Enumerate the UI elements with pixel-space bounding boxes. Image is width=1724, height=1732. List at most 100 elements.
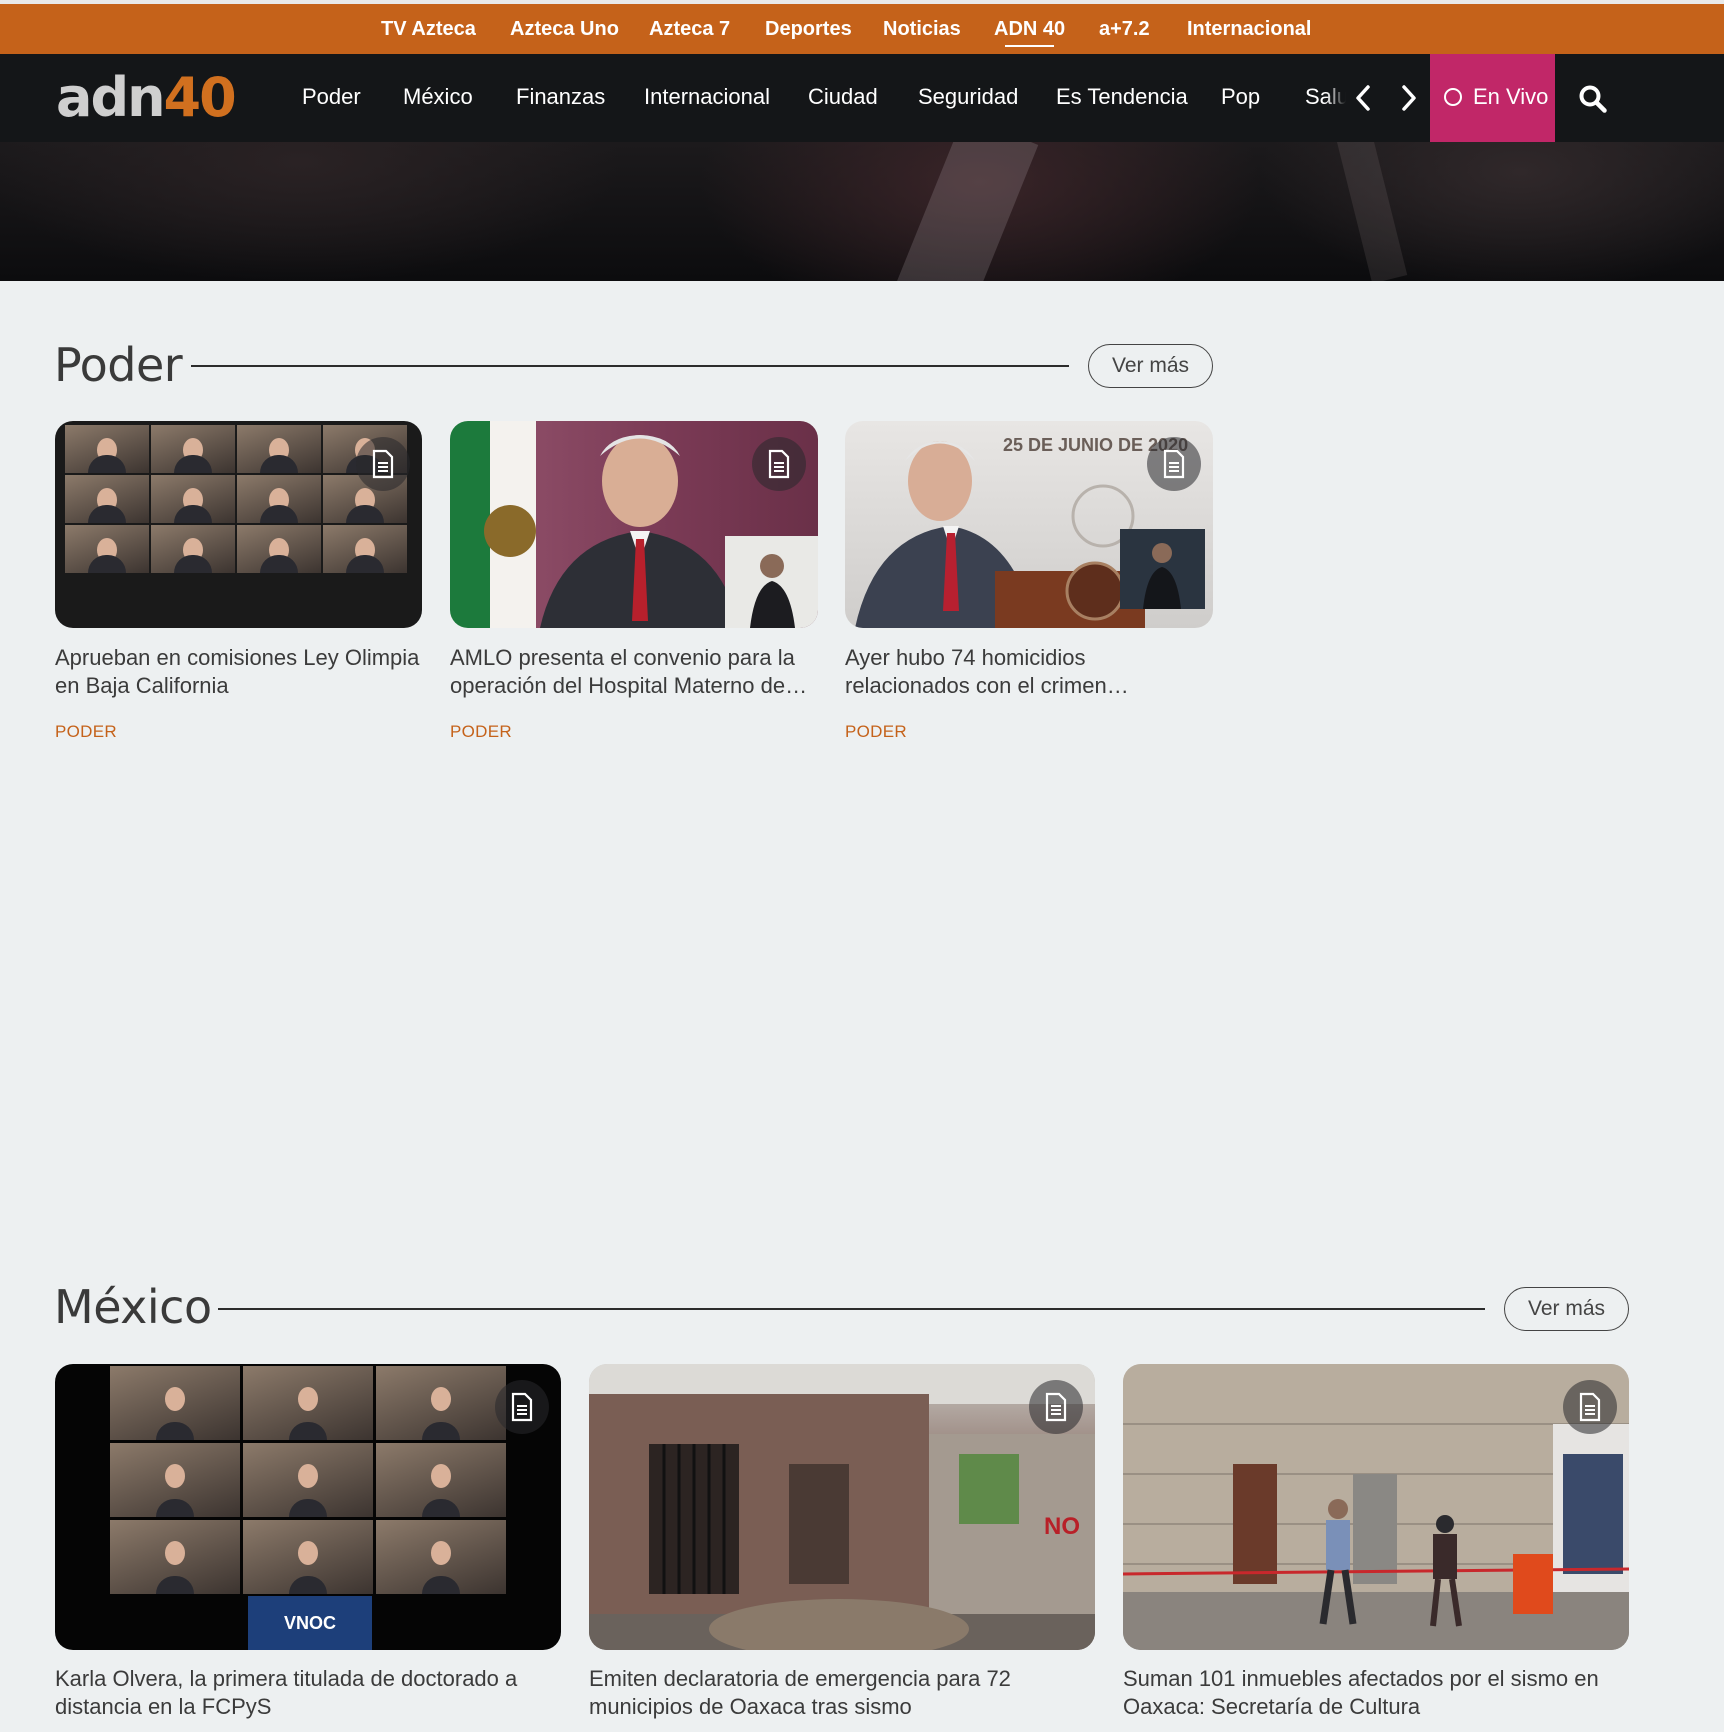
participant-body — [289, 1422, 327, 1440]
participant-face — [165, 1463, 185, 1488]
nav-item-pop[interactable]: Pop — [1221, 84, 1260, 110]
participant-body — [422, 1422, 460, 1440]
chevron-left-icon[interactable] — [1352, 82, 1376, 114]
document-icon — [495, 1380, 549, 1434]
nav-item-mexico[interactable]: México — [403, 84, 473, 110]
card-title[interactable]: Emiten declaratoria de emergencia para 7… — [589, 1665, 1097, 1721]
card-image[interactable] — [450, 421, 818, 628]
card-category[interactable]: PODER — [845, 722, 907, 742]
ver-mas-button-poder[interactable]: Ver más — [1088, 344, 1213, 388]
video-call-tile — [243, 1443, 373, 1517]
nav-item-es-tendencia[interactable]: Es Tendencia — [1056, 84, 1188, 110]
video-call-tile — [376, 1366, 506, 1440]
document-icon — [1029, 1380, 1083, 1434]
participant-body — [88, 555, 126, 573]
section-title-poder: Poder — [54, 338, 183, 392]
section-divider — [218, 1308, 1485, 1310]
network-link-a72[interactable]: a+7.2 — [1099, 18, 1150, 41]
document-icon — [1147, 437, 1201, 491]
participant-face — [165, 1386, 185, 1411]
video-call-tile — [243, 1520, 373, 1594]
participant-body — [289, 1499, 327, 1517]
logo-text-adn: adn — [56, 66, 166, 129]
card-image[interactable] — [55, 421, 422, 628]
video-call-tile — [376, 1520, 506, 1594]
video-call-tile — [151, 475, 235, 523]
network-link-internacional[interactable]: Internacional — [1187, 18, 1311, 41]
participant-body — [88, 455, 126, 473]
live-dot-icon — [1444, 88, 1462, 106]
card-title[interactable]: Aprueban en comisiones Ley Olimpia en Ba… — [55, 644, 425, 700]
nav-item-poder[interactable]: Poder — [302, 84, 361, 110]
participant-body — [260, 455, 298, 473]
nav-item-salud-label: Salud — [1305, 84, 1346, 109]
card-title[interactable]: AMLO presenta el convenio para la operac… — [450, 644, 820, 700]
video-call-tile — [110, 1366, 240, 1440]
participant-body — [260, 505, 298, 523]
video-call-tile — [151, 525, 235, 573]
network-link-tv-azteca[interactable]: TV Azteca — [381, 18, 476, 41]
participant-body — [174, 455, 212, 473]
live-button[interactable]: En Vivo — [1430, 54, 1555, 142]
video-call-tile — [237, 425, 321, 473]
section-title-mexico: México — [54, 1280, 212, 1334]
network-link-adn40[interactable]: ADN 40 — [994, 18, 1065, 47]
card-category[interactable]: PODER — [450, 722, 512, 742]
participant-face — [431, 1540, 451, 1565]
video-call-tile — [151, 425, 235, 473]
participant-body — [346, 555, 384, 573]
participant-face — [298, 1463, 318, 1488]
participant-body — [260, 555, 298, 573]
site-logo[interactable]: adn40 — [56, 71, 237, 125]
section-divider — [191, 365, 1069, 367]
document-icon — [356, 437, 410, 491]
network-bar: TV Azteca Azteca Uno Azteca 7 Deportes N… — [0, 0, 1724, 54]
nav-item-seguridad[interactable]: Seguridad — [918, 84, 1018, 110]
video-call-tile — [237, 475, 321, 523]
nav-item-internacional[interactable]: Internacional — [644, 84, 770, 110]
hero-highlight-2 — [1328, 142, 1408, 281]
participant-face — [165, 1540, 185, 1565]
video-call-tile — [376, 1443, 506, 1517]
card-title[interactable]: Suman 101 inmuebles afectados por el sis… — [1123, 1665, 1631, 1721]
video-call-tile — [110, 1443, 240, 1517]
network-link-deportes[interactable]: Deportes — [765, 18, 852, 41]
chevron-right-icon[interactable] — [1396, 82, 1420, 114]
participant-body — [289, 1576, 327, 1594]
video-call-tile — [237, 525, 321, 573]
participant-body — [422, 1499, 460, 1517]
card-category[interactable]: PODER — [55, 722, 117, 742]
card-image[interactable]: NO — [589, 1364, 1095, 1650]
nav-item-finanzas[interactable]: Finanzas — [516, 84, 605, 110]
video-call-tile — [65, 475, 149, 523]
participant-body — [346, 505, 384, 523]
participant-body — [88, 505, 126, 523]
video-call-tile — [65, 525, 149, 573]
logo-text-40: 40 — [163, 66, 237, 129]
vnoc-logo: VNOC — [248, 1596, 372, 1650]
card-image[interactable] — [1123, 1364, 1629, 1650]
participant-face — [298, 1386, 318, 1411]
nav-item-salud[interactable]: Salud — [1300, 82, 1346, 114]
participant-body — [156, 1499, 194, 1517]
card-title[interactable]: Karla Olvera, la primera titulada de doc… — [55, 1665, 563, 1721]
participant-face — [431, 1386, 451, 1411]
nav-item-ciudad[interactable]: Ciudad — [808, 84, 878, 110]
participant-body — [156, 1422, 194, 1440]
video-call-tile — [110, 1520, 240, 1594]
video-call-tile — [65, 425, 149, 473]
participant-body — [422, 1576, 460, 1594]
card-photo — [1123, 1364, 1629, 1650]
video-call-tile — [243, 1366, 373, 1440]
document-icon — [752, 437, 806, 491]
participant-face — [298, 1540, 318, 1565]
card-image[interactable]: 25 DE JUNIO DE 2020 — [845, 421, 1213, 628]
network-link-azteca-7[interactable]: Azteca 7 — [649, 18, 730, 41]
card-image[interactable]: VNOC — [55, 1364, 561, 1650]
network-link-azteca-uno[interactable]: Azteca Uno — [510, 18, 619, 41]
search-icon[interactable] — [1578, 84, 1608, 114]
participant-body — [156, 1576, 194, 1594]
card-title[interactable]: Ayer hubo 74 homicidios relacionados con… — [845, 644, 1215, 700]
ver-mas-button-mexico[interactable]: Ver más — [1504, 1287, 1629, 1331]
network-link-noticias[interactable]: Noticias — [883, 18, 961, 41]
